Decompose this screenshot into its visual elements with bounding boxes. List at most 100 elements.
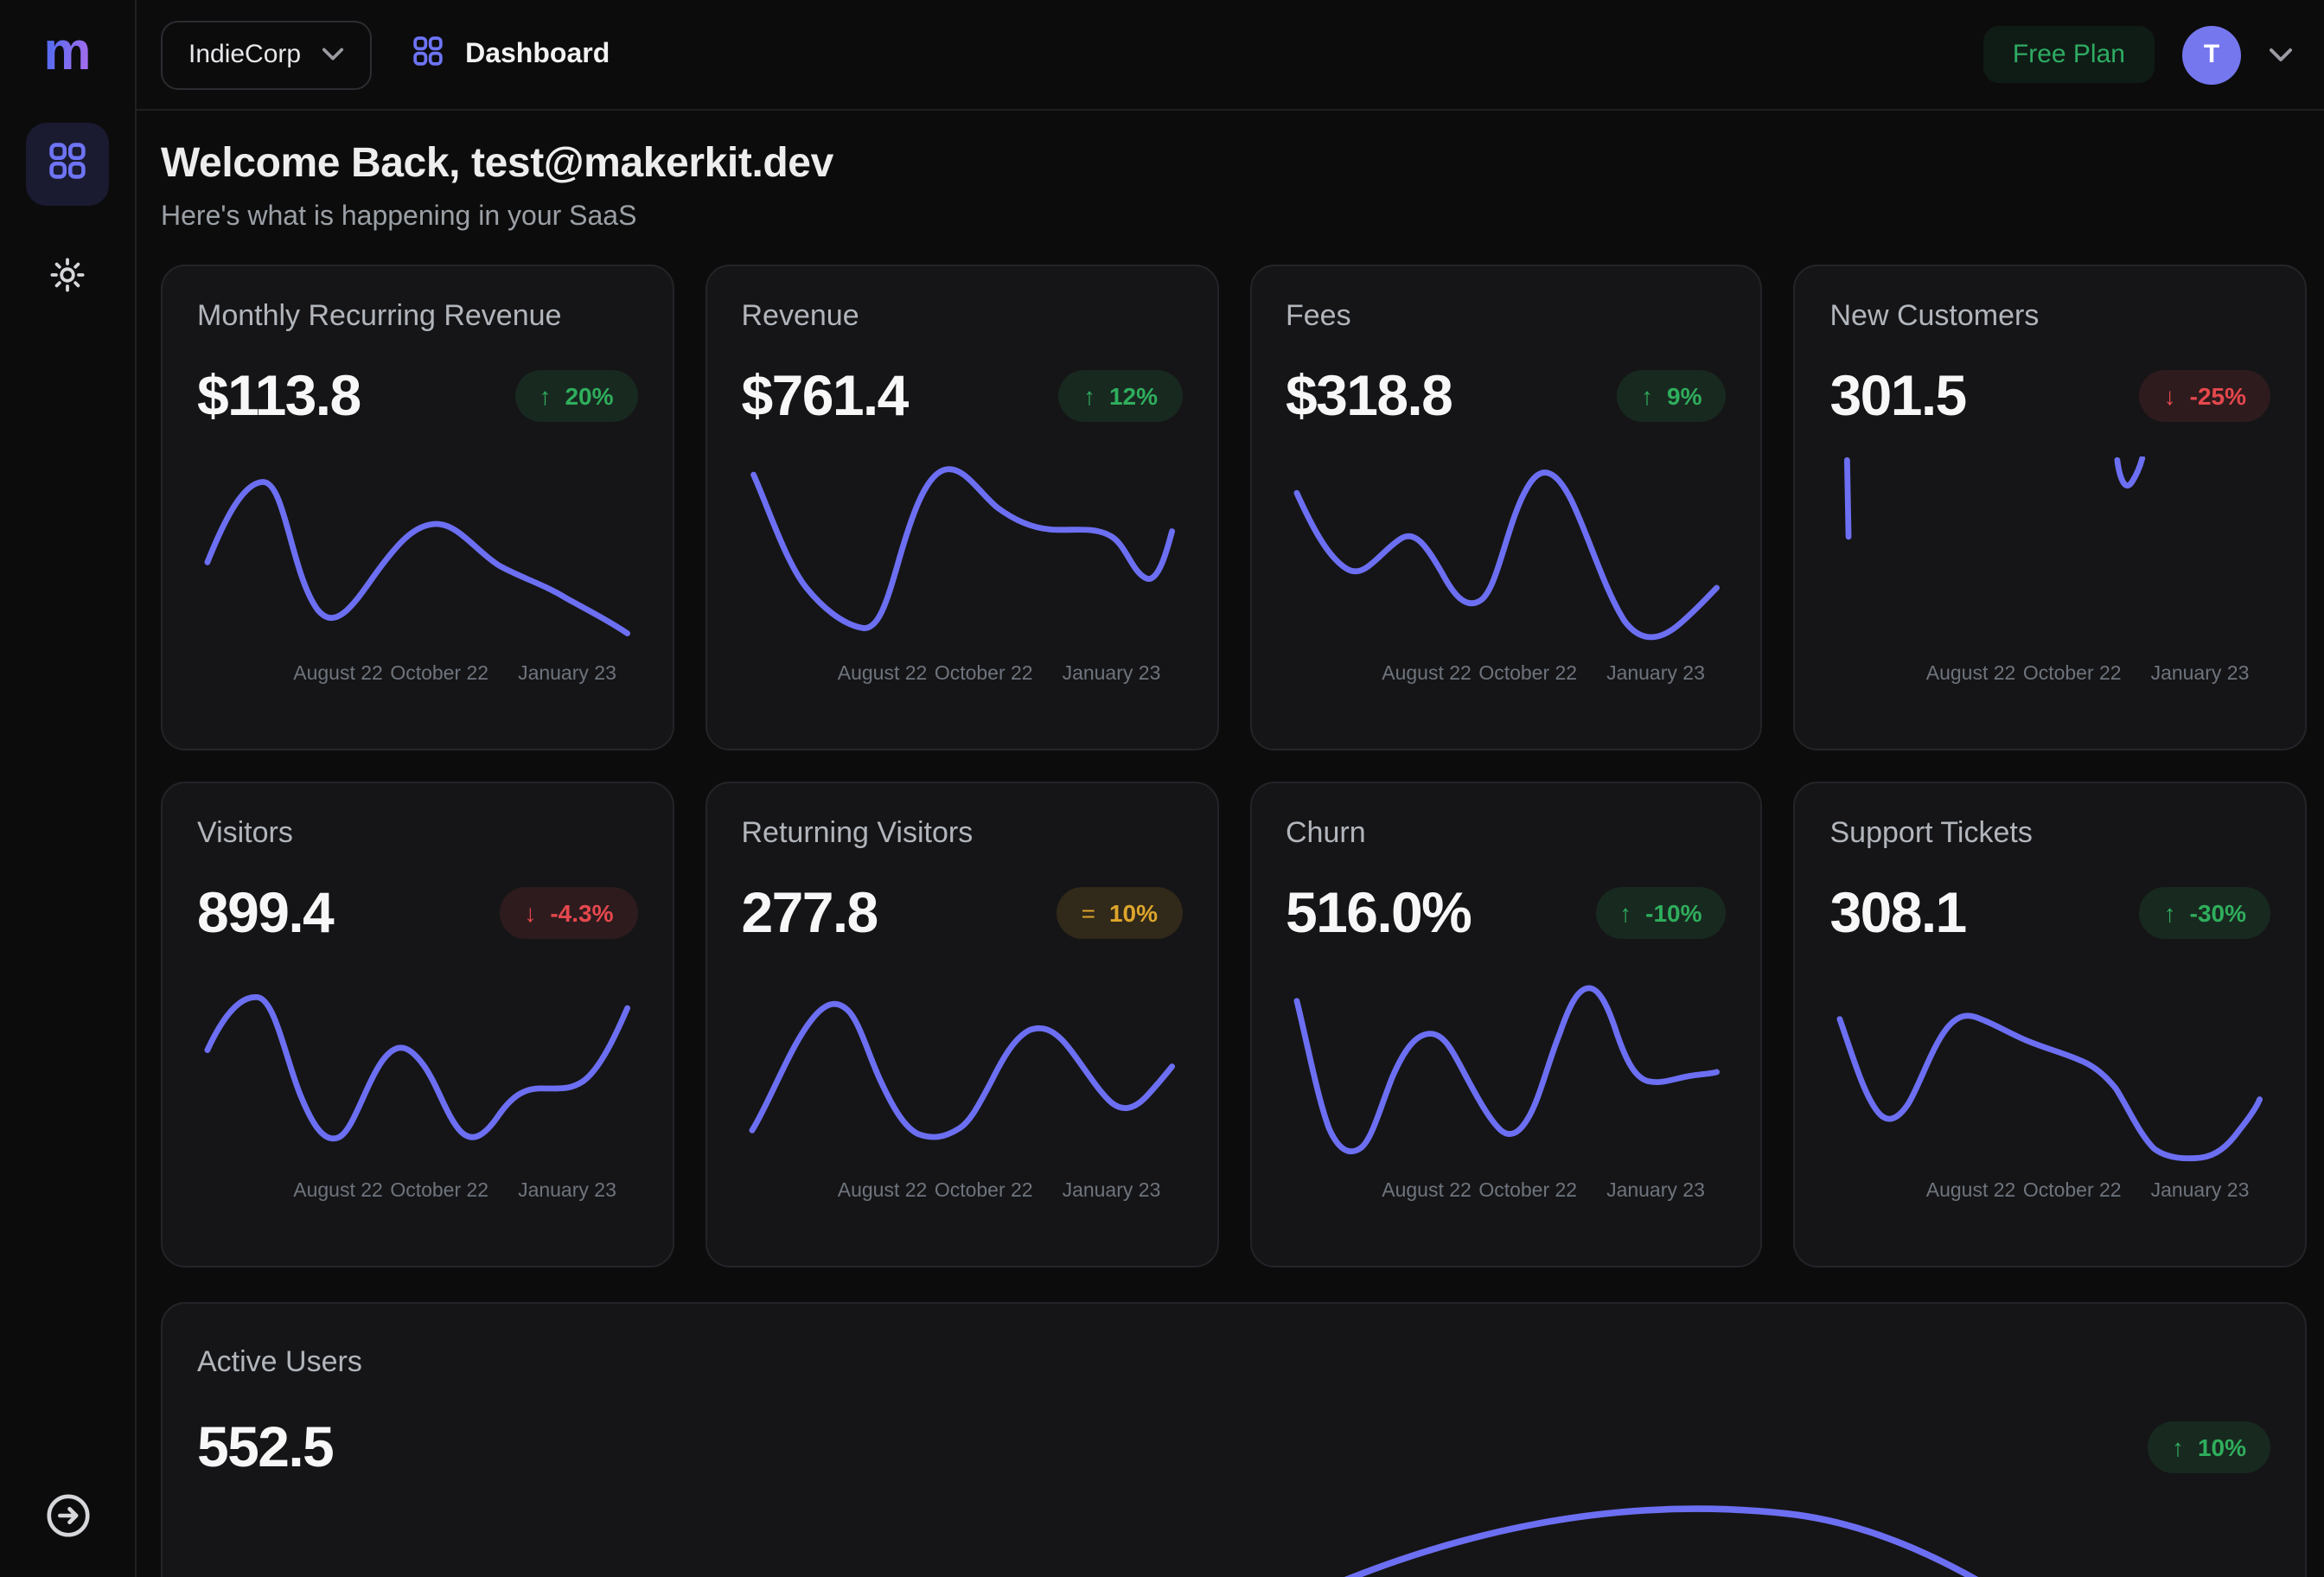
axis-tick-label: October 22 bbox=[2023, 664, 2122, 685]
axis-tick-label: January 23 bbox=[1063, 1181, 1161, 1202]
axis-tick-label: October 22 bbox=[935, 664, 1033, 685]
trend-icon: ↓ bbox=[524, 899, 536, 927]
metric-value: 516.0% bbox=[1286, 880, 1471, 946]
metric-card: Support Tickets 308.1 ↑ -30% August 22 Oc… bbox=[1794, 782, 2308, 1267]
chart-x-axis: August 22 October 22 January 23 bbox=[1286, 1181, 1727, 1212]
metric-card: New Customers 301.5 ↓ -25% August 22Octo… bbox=[1794, 265, 2308, 750]
chart-x-axis: August 22October 22January 23 bbox=[1830, 1181, 2271, 1212]
active-users-chart-path bbox=[1061, 1509, 2184, 1577]
metric-value: 308.1 bbox=[1830, 880, 1966, 946]
welcome-section: Welcome Back, test@makerkit.dev Here's w… bbox=[137, 111, 2324, 240]
trend-label: 9% bbox=[1667, 382, 1702, 410]
axis-tick-label: October 22 bbox=[390, 664, 488, 685]
metric-chart bbox=[1830, 456, 2271, 657]
axis-tick-label: October 22 bbox=[935, 1181, 1033, 1202]
sidebar-item-dashboard[interactable] bbox=[26, 123, 109, 206]
metric-title: Monthly Recurring Revenue bbox=[197, 299, 638, 334]
trend-icon: ↑ bbox=[1083, 382, 1095, 410]
arrow-right-circle-icon bbox=[42, 1491, 93, 1549]
chart-x-axis: August 22 October 22 January 23 bbox=[197, 664, 638, 695]
metric-value: $318.8 bbox=[1286, 363, 1452, 429]
metric-chart bbox=[1286, 456, 1727, 657]
axis-tick-label: August 22 bbox=[293, 1181, 383, 1202]
metric-value: 552.5 bbox=[197, 1414, 333, 1480]
trend-badge: ↑ 12% bbox=[1059, 370, 1182, 422]
axis-tick-label: August 22 bbox=[838, 664, 928, 685]
axis-tick-label: August 22 bbox=[1382, 664, 1472, 685]
trend-label: 12% bbox=[1109, 382, 1158, 410]
axis-tick-label: January 23 bbox=[2151, 664, 2250, 685]
chart-x-axis: August 22 October 22 January 23 bbox=[197, 1181, 638, 1212]
axis-tick-label: October 22 bbox=[2023, 1181, 2122, 1202]
axis-tick-label: January 23 bbox=[518, 664, 616, 685]
chevron-down-icon bbox=[322, 47, 344, 62]
dashboard-grid-icon bbox=[45, 137, 90, 191]
page-header: Dashboard bbox=[410, 32, 610, 77]
trend-icon: ↑ bbox=[1641, 382, 1653, 410]
trend-badge: ↓ -25% bbox=[2140, 370, 2270, 422]
makerkit-logo[interactable]: m bbox=[43, 24, 91, 78]
account-chevron-down-icon[interactable] bbox=[2269, 46, 2293, 63]
metric-value: $113.8 bbox=[197, 363, 361, 429]
metric-value: 301.5 bbox=[1830, 363, 1966, 429]
page-title: Dashboard bbox=[465, 39, 610, 70]
avatar[interactable]: T bbox=[2182, 25, 2241, 84]
dashboard-grid-icon bbox=[410, 32, 446, 77]
metric-title: Active Users bbox=[197, 1345, 2270, 1380]
metric-title: Returning Visitors bbox=[742, 816, 1183, 851]
dashboard-app: m bbox=[0, 0, 2324, 1577]
metric-title: Support Tickets bbox=[1830, 816, 2271, 851]
topbar: IndieCorp Dashboard Free Plan T bbox=[137, 0, 2324, 111]
metric-chart bbox=[742, 974, 1183, 1174]
trend-badge: ↑ -10% bbox=[1595, 887, 1726, 939]
metric-title: Revenue bbox=[742, 299, 1183, 334]
welcome-subtitle: Here's what is happening in your SaaS bbox=[161, 202, 2293, 233]
axis-tick-label: January 23 bbox=[518, 1181, 616, 1202]
trend-badge: ↓ -4.3% bbox=[500, 887, 637, 939]
axis-tick-label: August 22 bbox=[1926, 1181, 2016, 1202]
sidebar-collapse-button[interactable] bbox=[0, 1491, 135, 1549]
sidebar-item-settings[interactable] bbox=[26, 237, 109, 320]
trend-icon: ↑ bbox=[1619, 899, 1631, 927]
welcome-title: Welcome Back, test@makerkit.dev bbox=[161, 140, 2293, 188]
axis-tick-label: January 23 bbox=[1606, 664, 1705, 685]
metric-value: 277.8 bbox=[742, 880, 878, 946]
metric-value: $761.4 bbox=[742, 363, 908, 429]
trend-label: -25% bbox=[2190, 382, 2246, 410]
active-users-card: Active Users 552.5 ↑ 10% bbox=[161, 1302, 2307, 1577]
trend-badge: ↑ 10% bbox=[2148, 1421, 2270, 1473]
axis-tick-label: August 22 bbox=[293, 664, 383, 685]
sidebar: m bbox=[0, 0, 137, 1577]
metric-chart bbox=[742, 456, 1183, 657]
topbar-right: Free Plan T bbox=[1983, 25, 2293, 84]
trend-badge: = 10% bbox=[1057, 887, 1182, 939]
active-users-chart bbox=[197, 1484, 2270, 1577]
metric-card: Churn 516.0% ↑ -10% August 22October 22J… bbox=[1249, 782, 1763, 1267]
trend-icon: ↑ bbox=[2172, 1433, 2184, 1461]
axis-tick-label: August 22 bbox=[1382, 1181, 1472, 1202]
trend-icon: ↓ bbox=[2164, 382, 2176, 410]
metric-card: Revenue $761.4 ↑ 12% August 22 October 22… bbox=[706, 265, 1219, 750]
team-selector[interactable]: IndieCorp bbox=[161, 20, 372, 89]
chart-x-axis: August 22October 22January 23 bbox=[1830, 664, 2271, 695]
chart-x-axis: August 22October 22January 23 bbox=[742, 1181, 1183, 1212]
trend-label: 10% bbox=[1109, 899, 1158, 927]
metric-title: New Customers bbox=[1830, 299, 2271, 334]
axis-tick-label: October 22 bbox=[390, 1181, 488, 1202]
chart-x-axis: August 22October 22January 23 bbox=[1286, 664, 1727, 695]
gear-icon bbox=[47, 253, 88, 303]
trend-label: -10% bbox=[1645, 899, 1702, 927]
axis-tick-label: January 23 bbox=[1606, 1181, 1705, 1202]
trend-label: 20% bbox=[565, 382, 613, 410]
plan-badge[interactable]: Free Plan bbox=[1983, 26, 2155, 83]
metric-card: Visitors 899.4 ↓ -4.3% August 22October … bbox=[161, 782, 674, 1267]
axis-tick-label: January 23 bbox=[1063, 664, 1161, 685]
chart-x-axis: August 22 October 22 January 23 bbox=[742, 664, 1183, 695]
trend-icon: ↑ bbox=[2164, 899, 2176, 927]
trend-badge: ↑ 9% bbox=[1617, 370, 1726, 422]
trend-badge: ↑ -30% bbox=[2140, 887, 2270, 939]
trend-icon: ↑ bbox=[539, 382, 551, 410]
metric-title: Visitors bbox=[197, 816, 638, 851]
metric-chart bbox=[197, 456, 638, 657]
axis-tick-label: October 22 bbox=[1478, 1181, 1577, 1202]
